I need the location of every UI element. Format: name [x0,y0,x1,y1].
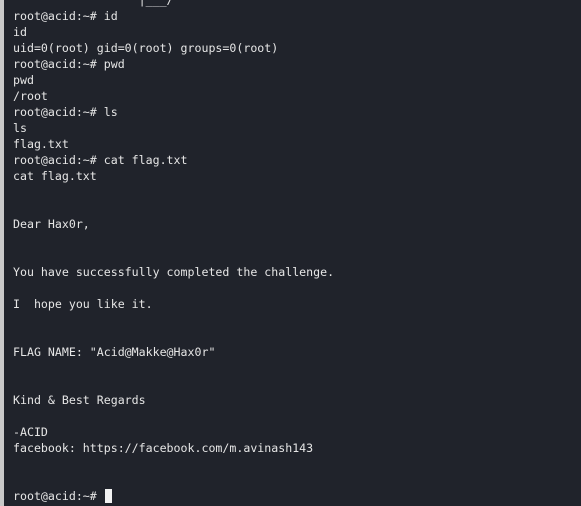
terminal-line: -ACID [13,425,48,439]
terminal-line: cat flag.txt [13,169,97,183]
terminal-prompt-line[interactable]: root@acid:~# [13,488,581,504]
cursor [104,489,112,503]
terminal-line: ls [13,121,27,135]
terminal-line: uid=0(root) gid=0(root) groups=0(root) [13,41,279,55]
terminal-line: |___/ [13,0,174,7]
terminal-line: pwd [13,73,34,87]
terminal-line: /root [13,89,48,103]
window-left-border [0,0,4,506]
terminal-line: You have successfully completed the chal… [13,265,335,279]
terminal-line: flag.txt [13,137,69,151]
terminal-line: root@acid:~# pwd [13,57,125,71]
terminal-line: Dear Hax0r, [13,217,90,231]
terminal-line: root@acid:~# ls [13,105,118,119]
terminal-line: root@acid:~# id [13,9,118,23]
terminal-line: id [13,25,27,39]
terminal-line: FLAG NAME: "Acid@Makke@Hax0r" [13,345,216,359]
terminal-line: I hope you like it. [13,297,153,311]
terminal-line: root@acid:~# cat flag.txt [13,153,188,167]
prompt: root@acid:~# [13,489,104,503]
terminal-line: facebook: https://facebook.com/m.avinash… [13,441,314,455]
terminal-line: Kind & Best Regards [13,393,146,407]
terminal-output[interactable]: |___/ root@acid:~# id id uid=0(root) gid=0(… [13,0,581,504]
